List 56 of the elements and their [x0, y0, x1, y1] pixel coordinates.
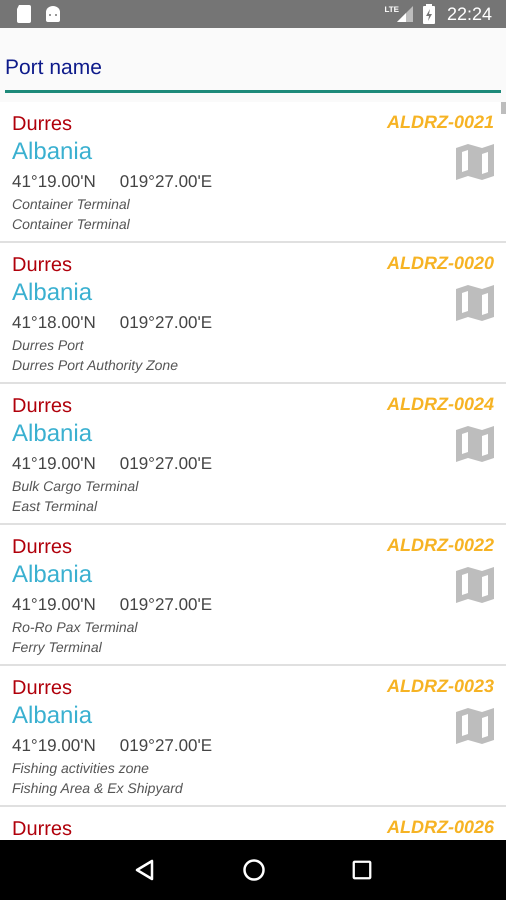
scrollbar-thumb	[501, 102, 506, 114]
zone-name: Container Terminal	[12, 215, 130, 234]
port-list-item[interactable]: Durres Albania 41°19.00'N 019°27.00'E Container Terminal Container Terminal ALDRZ-0021	[0, 102, 506, 243]
port-name: Durres	[12, 676, 72, 700]
port-name: Durres	[12, 394, 72, 418]
map-icon[interactable]	[456, 144, 494, 180]
longitude: 019°27.00'E	[120, 312, 212, 334]
terminal-name: Durres Port	[12, 336, 84, 355]
port-list-item[interactable]: Durres Albania 41°18.00'N 019°27.00'E Durres Port Durres Port Authority Zone ALDRZ-0020	[0, 243, 506, 384]
zone-name: East Terminal	[12, 497, 98, 516]
country-name: Albania	[12, 419, 92, 449]
port-code: ALDRZ-0023	[386, 676, 494, 696]
country-name: Albania	[12, 137, 92, 167]
latitude: 41°18.00'N	[12, 312, 96, 334]
terminal-name: Bulk Cargo Terminal	[12, 477, 138, 496]
terminal-name: Fishing activities zone	[12, 759, 149, 778]
port-code: ALDRZ-0021	[386, 112, 494, 132]
terminal-name: Container Terminal	[12, 195, 130, 214]
country-name: Albania	[12, 278, 92, 308]
port-name: Durres	[12, 817, 72, 840]
terminal-name: Ro-Ro Pax Terminal	[12, 618, 138, 637]
port-code: ALDRZ-0024	[386, 394, 494, 414]
latitude: 41°19.00'N	[12, 171, 96, 193]
port-name: Durres	[12, 112, 72, 136]
port-code: ALDRZ-0020	[386, 253, 494, 273]
clock: 22:24	[446, 4, 492, 24]
longitude: 019°27.00'E	[120, 171, 212, 193]
longitude: 019°27.00'E	[120, 453, 212, 475]
battery-icon	[422, 4, 435, 24]
port-code: ALDRZ-0022	[386, 535, 494, 555]
map-icon[interactable]	[456, 708, 494, 744]
port-list-item[interactable]: Durres Albania 41°19.00'N 019°27.00'E Bulk Cargo Terminal East Terminal ALDRZ-0024	[0, 384, 506, 525]
longitude: 019°27.00'E	[120, 735, 212, 757]
port-list-item[interactable]: Durres Albania 41°19.00'N 019°27.00'E Ro-Ro Pax Terminal Ferry Terminal ALDRZ-0022	[0, 525, 506, 666]
latitude: 41°19.00'N	[12, 594, 96, 616]
latitude: 41°19.00'N	[12, 453, 96, 475]
port-name: Durres	[12, 253, 72, 277]
longitude: 019°27.00'E	[120, 594, 212, 616]
recents-icon[interactable]	[351, 859, 374, 881]
zone-name: Ferry Terminal	[12, 638, 102, 657]
map-icon[interactable]	[456, 567, 494, 603]
country-name: Albania	[12, 701, 92, 731]
network-label: LTE	[384, 5, 399, 14]
port-list-item[interactable]: Durres Albania 41°19.00'N 019°27.00'E Fishing activities zone Fishing Area & Ex Shipyard ALDRZ-0023	[0, 666, 506, 807]
search-field[interactable]: Port name	[0, 28, 506, 102]
map-icon[interactable]	[456, 426, 494, 462]
map-icon[interactable]	[456, 285, 494, 321]
port-code: ALDRZ-0026	[386, 817, 494, 837]
zone-name: Durres Port Authority Zone	[12, 356, 178, 375]
sd-card-icon	[16, 5, 32, 23]
android-icon	[44, 6, 62, 22]
port-name: Durres	[12, 535, 72, 559]
zone-name: Fishing Area & Ex Shipyard	[12, 779, 183, 798]
home-icon[interactable]	[242, 858, 266, 882]
country-name: Albania	[12, 560, 92, 590]
latitude: 41°19.00'N	[12, 735, 96, 757]
